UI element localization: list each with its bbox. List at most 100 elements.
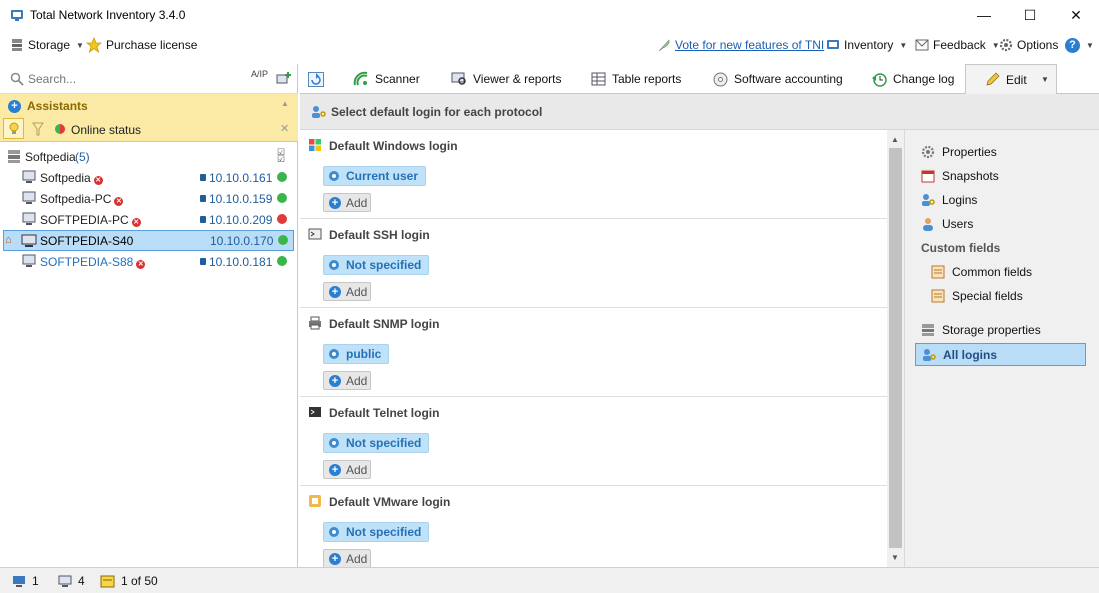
plus-icon: + xyxy=(329,463,341,476)
scroll-thumb[interactable] xyxy=(889,148,902,548)
search-bar: A/IP xyxy=(0,64,298,94)
feedback-menu[interactable]: Feedback ▼ xyxy=(915,36,1000,54)
radio-icon xyxy=(329,349,339,359)
storage-menu[interactable]: Storage ▼ xyxy=(10,36,84,54)
add-login-button[interactable]: + Add xyxy=(323,549,371,567)
lightbulb-icon xyxy=(9,122,18,134)
tab-software-accounting[interactable]: Software accounting xyxy=(713,64,843,94)
plus-circle-icon: + xyxy=(8,99,21,113)
login-chip[interactable]: Not specified xyxy=(323,433,430,453)
login-chip[interactable]: Current user xyxy=(323,166,427,186)
options-button[interactable]: Options xyxy=(999,36,1058,54)
filter-button[interactable] xyxy=(27,118,48,139)
cd-icon xyxy=(713,72,728,86)
users-link[interactable]: Users xyxy=(921,214,973,234)
chevron-down-icon[interactable]: ▼ xyxy=(1041,75,1049,84)
tree-item[interactable]: Softpedia ✕ 10.10.0.161 xyxy=(0,167,298,188)
special-fields-link[interactable]: Special fields xyxy=(931,286,1023,306)
all-logins-label: All logins xyxy=(943,347,997,362)
custom-fields-label: Custom fields xyxy=(921,241,1001,255)
tab-change-log-label: Change log xyxy=(893,72,955,86)
checklist-icon[interactable]: ☑ ☑ xyxy=(277,148,285,164)
assistants-panel: + Assistants ▲ Online status ✕ xyxy=(0,94,298,142)
tree-root[interactable]: Softpedia (5) ☑ ☑ xyxy=(0,146,298,167)
options-label: Options xyxy=(1017,38,1059,52)
tab-table-reports[interactable]: Table reports xyxy=(591,64,681,94)
lock-icon xyxy=(200,174,206,181)
add-login-button[interactable]: + Add xyxy=(323,193,371,212)
minimize-button[interactable]: — xyxy=(961,0,1007,30)
help-menu[interactable]: ? ▼ xyxy=(1065,36,1094,54)
search-input[interactable] xyxy=(28,70,228,88)
assistants-header[interactable]: + Assistants xyxy=(8,99,88,113)
lightbulb-button[interactable] xyxy=(3,118,24,139)
close-button[interactable]: ✕ xyxy=(1053,0,1099,30)
history-icon xyxy=(872,72,887,87)
add-device-icon[interactable] xyxy=(276,71,292,87)
common-fields-link[interactable]: Common fields xyxy=(931,262,1032,282)
properties-link[interactable]: Properties xyxy=(921,142,997,162)
add-login-button[interactable]: + Add xyxy=(323,282,371,301)
status-page[interactable]: 1 of 50 xyxy=(100,573,158,589)
server-icon xyxy=(21,234,37,247)
error-icon: ✕ xyxy=(114,197,124,206)
tree-item-label: SOFTPEDIA-PC ✕ xyxy=(40,213,141,227)
error-icon: ✕ xyxy=(93,176,103,185)
tab-change-log[interactable]: Change log xyxy=(872,64,954,94)
online-status-icon xyxy=(55,124,65,134)
collapse-icon[interactable]: ▲ xyxy=(281,99,289,108)
feedback-label: Feedback xyxy=(933,38,986,52)
snapshots-label: Snapshots xyxy=(942,169,999,183)
scroll-up-icon[interactable]: ▲ xyxy=(891,135,899,144)
tree-item[interactable]: Softpedia-PC ✕ 10.10.0.159 xyxy=(0,188,298,209)
tab-edit[interactable]: Edit ▼ xyxy=(965,64,1057,94)
vote-link[interactable]: Vote for new features of TNI xyxy=(657,36,824,54)
close-icon[interactable]: ✕ xyxy=(280,122,289,135)
scrollbar[interactable]: ▲ ▼ xyxy=(887,130,904,567)
maximize-button[interactable]: ☐ xyxy=(1007,0,1053,30)
new-tab-button[interactable] xyxy=(308,72,324,87)
add-login-button[interactable]: + Add xyxy=(323,460,371,479)
computer-icon xyxy=(22,212,36,225)
sort-toggle[interactable]: A/IP xyxy=(251,70,268,79)
plus-icon: + xyxy=(329,196,341,209)
inventory-menu[interactable]: Inventory ▼ xyxy=(826,36,907,54)
tab-scanner[interactable]: Scanner xyxy=(353,64,420,94)
gear-icon xyxy=(999,38,1013,52)
online-status-label[interactable]: Online status xyxy=(71,123,141,137)
tree-item[interactable]: SOFTPEDIA-PC ✕ 10.10.0.209 xyxy=(0,209,298,230)
snapshots-link[interactable]: Snapshots xyxy=(921,166,999,186)
section-telnet: Default Telnet login Not specified + Add xyxy=(300,397,887,486)
status-computers[interactable]: 1 xyxy=(12,573,39,589)
content-header: Select default login for each protocol xyxy=(300,94,1099,130)
section-ssh: Default SSH login Not specified + Add xyxy=(300,219,887,308)
storage-properties-label: Storage properties xyxy=(942,323,1041,337)
search-icon xyxy=(10,72,24,86)
network-icon xyxy=(58,575,72,587)
tab-table-reports-label: Table reports xyxy=(612,72,682,86)
scroll-down-icon[interactable]: ▼ xyxy=(891,553,899,562)
user-icon xyxy=(923,218,933,231)
app-icon xyxy=(11,10,23,21)
login-chip[interactable]: Not specified xyxy=(323,255,430,275)
storage-properties-link[interactable]: Storage properties xyxy=(921,320,1041,340)
lock-icon xyxy=(200,216,206,223)
login-chip[interactable]: Not specified xyxy=(323,522,430,542)
form-icon xyxy=(931,289,945,303)
tree-item-ip: 10.10.0.181 xyxy=(209,255,273,269)
storage-label: Storage xyxy=(28,38,71,52)
login-chip[interactable]: public xyxy=(323,344,390,364)
purchase-license-button[interactable]: Purchase license xyxy=(86,36,197,54)
tree-item-selected[interactable]: ⌂ SOFTPEDIA-S40 10.10.0.170 xyxy=(3,230,294,251)
radio-icon xyxy=(329,260,339,270)
vote-label: Vote for new features of TNI xyxy=(675,38,825,52)
table-icon xyxy=(591,72,606,86)
tree-item[interactable]: SOFTPEDIA-S88 ✕ 10.10.0.181 xyxy=(0,251,298,272)
tab-viewer[interactable]: Viewer & reports xyxy=(451,64,561,94)
all-logins-link[interactable]: All logins xyxy=(915,343,1086,366)
star-icon xyxy=(86,37,102,53)
add-login-button[interactable]: + Add xyxy=(323,371,371,390)
status-nodes[interactable]: 4 xyxy=(58,573,85,589)
logins-link[interactable]: Logins xyxy=(921,190,977,210)
inventory-icon xyxy=(827,40,839,49)
